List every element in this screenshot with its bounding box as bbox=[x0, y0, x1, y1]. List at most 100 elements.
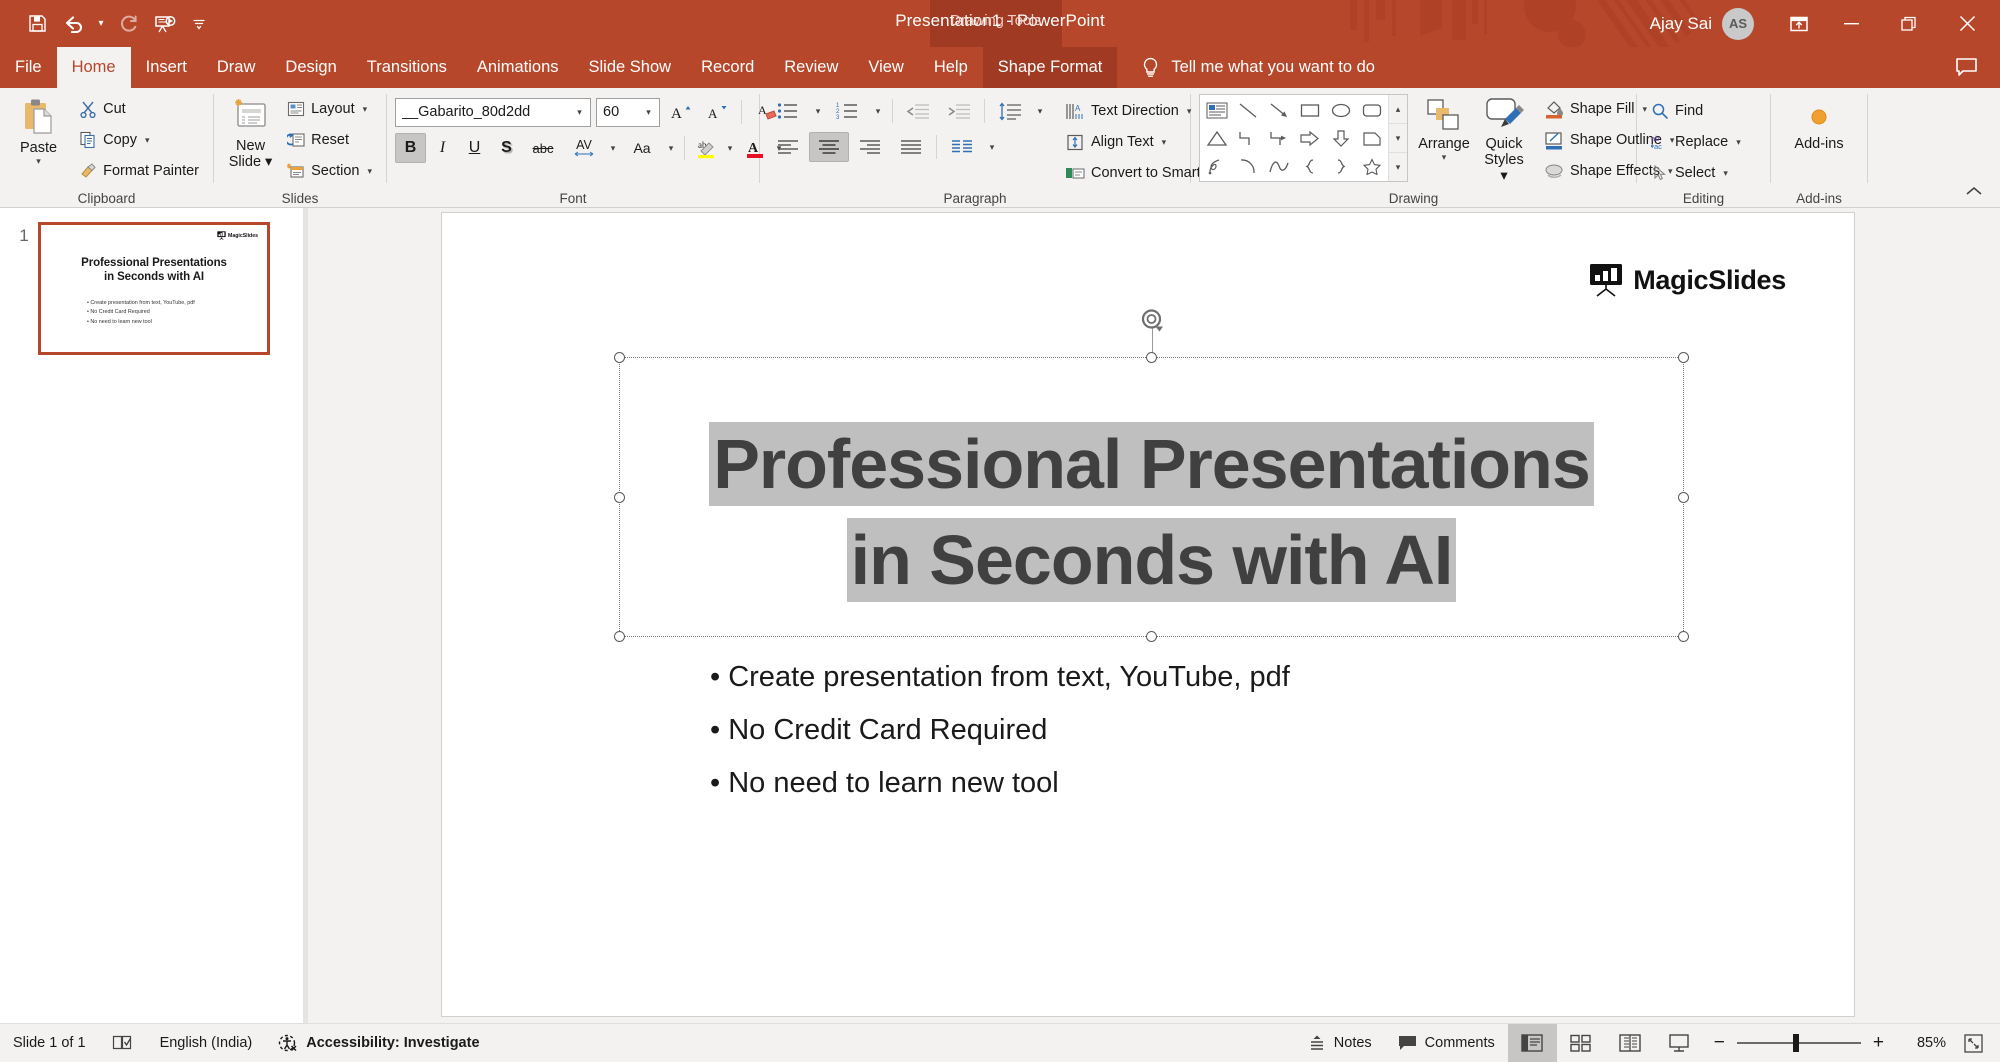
quick-styles-button[interactable]: Quick Styles ▾ bbox=[1476, 94, 1532, 184]
char-spacing-dropdown-icon[interactable]: ▾ bbox=[605, 133, 621, 163]
shapes-gallery[interactable]: ▴ ▾ ▾ bbox=[1199, 94, 1408, 182]
highlight-dropdown-icon[interactable]: ▾ bbox=[722, 133, 738, 163]
shape-right-arrow[interactable] bbox=[1294, 124, 1325, 152]
font-size-combo[interactable]: 60 ▾ bbox=[596, 97, 660, 127]
shape-down-arrow[interactable] bbox=[1325, 124, 1356, 152]
customize-qat-icon[interactable] bbox=[190, 7, 208, 41]
spellcheck-status[interactable] bbox=[99, 1024, 147, 1062]
align-right-button[interactable] bbox=[850, 132, 890, 162]
paste-button[interactable]: Paste ▾ bbox=[8, 94, 69, 166]
language-status[interactable]: English (India) bbox=[147, 1024, 266, 1062]
shapes-more-icon[interactable]: ▾ bbox=[1389, 153, 1407, 181]
change-case-button[interactable]: Aa bbox=[622, 133, 662, 163]
layout-dropdown-icon[interactable]: ▾ bbox=[363, 104, 368, 115]
cut-button[interactable]: Cut bbox=[73, 94, 205, 124]
section-dropdown-icon[interactable]: ▾ bbox=[367, 166, 372, 177]
minimize-button[interactable] bbox=[1822, 0, 1880, 47]
slide-show-view-button[interactable] bbox=[1655, 1024, 1704, 1062]
save-icon[interactable] bbox=[20, 7, 54, 41]
notes-button[interactable]: Notes bbox=[1295, 1024, 1385, 1062]
underline-button[interactable]: U bbox=[459, 133, 490, 163]
change-case-dropdown-icon[interactable]: ▾ bbox=[663, 133, 679, 163]
rotate-handle[interactable] bbox=[1138, 306, 1165, 338]
tab-view[interactable]: View bbox=[853, 47, 918, 88]
zoom-track[interactable] bbox=[1736, 1034, 1861, 1052]
tab-record[interactable]: Record bbox=[686, 47, 769, 88]
shape-arrow[interactable] bbox=[1263, 96, 1294, 124]
undo-dropdown-icon[interactable]: ▾ bbox=[92, 7, 110, 41]
resize-handle-top-right[interactable] bbox=[1678, 352, 1689, 363]
reading-view-button[interactable] bbox=[1606, 1024, 1655, 1062]
paste-dropdown-icon[interactable]: ▾ bbox=[36, 156, 41, 166]
ribbon-display-options-icon[interactable] bbox=[1776, 4, 1822, 44]
format-painter-button[interactable]: Format Painter bbox=[73, 156, 205, 186]
replace-dropdown-icon[interactable]: ▾ bbox=[1736, 137, 1741, 148]
select-dropdown-icon[interactable]: ▾ bbox=[1723, 168, 1728, 179]
tab-home[interactable]: Home bbox=[56, 47, 131, 88]
slide-count-status[interactable]: Slide 1 of 1 bbox=[0, 1024, 99, 1062]
tab-draw[interactable]: Draw bbox=[202, 47, 271, 88]
character-spacing-button[interactable]: AV bbox=[564, 133, 604, 163]
tab-slide-show[interactable]: Slide Show bbox=[574, 47, 687, 88]
fit-slide-button[interactable] bbox=[1946, 1024, 2000, 1062]
shape-star[interactable] bbox=[1356, 152, 1387, 180]
shape-scribble[interactable] bbox=[1201, 152, 1232, 180]
resize-handle-bottom-center[interactable] bbox=[1146, 631, 1157, 642]
columns-dropdown-icon[interactable]: ▾ bbox=[983, 132, 1001, 162]
select-button[interactable]: Select ▾ bbox=[1645, 158, 1747, 188]
tab-review[interactable]: Review bbox=[769, 47, 853, 88]
collapse-ribbon-button[interactable] bbox=[1964, 185, 1984, 201]
zoom-thumb[interactable] bbox=[1792, 1034, 1799, 1052]
shape-curve[interactable] bbox=[1263, 152, 1294, 180]
chevron-down-icon[interactable]: ▾ bbox=[640, 107, 657, 118]
shape-arc[interactable] bbox=[1232, 152, 1263, 180]
close-button[interactable] bbox=[1938, 0, 1996, 47]
shape-triangle[interactable] bbox=[1201, 124, 1232, 152]
find-button[interactable]: Find bbox=[1645, 96, 1747, 126]
columns-button[interactable] bbox=[942, 132, 982, 162]
slide-title-text[interactable]: Professional Presentations in Seconds wi… bbox=[620, 416, 1683, 608]
line-spacing-button[interactable] bbox=[990, 96, 1030, 126]
copy-dropdown-icon[interactable]: ▾ bbox=[145, 135, 150, 146]
resize-handle-bottom-left[interactable] bbox=[614, 631, 625, 642]
section-button[interactable]: Section ▾ bbox=[281, 156, 378, 186]
decrease-indent-button[interactable] bbox=[898, 96, 938, 126]
numbering-dropdown-icon[interactable]: ▾ bbox=[869, 96, 887, 126]
title-placeholder-selection[interactable]: Professional Presentations in Seconds wi… bbox=[614, 309, 1689, 642]
chevron-down-icon[interactable]: ▾ bbox=[571, 107, 588, 118]
shape-rounded-rectangle[interactable] bbox=[1356, 96, 1387, 124]
tab-transitions[interactable]: Transitions bbox=[352, 47, 462, 88]
zoom-out-button[interactable]: − bbox=[1714, 1032, 1725, 1054]
arrange-dropdown-icon[interactable]: ▾ bbox=[1442, 152, 1447, 162]
align-left-button[interactable] bbox=[768, 132, 808, 162]
tab-help[interactable]: Help bbox=[919, 47, 983, 88]
account-area[interactable]: Ajay Sai AS bbox=[1650, 7, 1754, 40]
resize-handle-bottom-right[interactable] bbox=[1678, 631, 1689, 642]
numbering-button[interactable]: 123 bbox=[828, 96, 868, 126]
shapes-scroll-down-icon[interactable]: ▾ bbox=[1389, 124, 1407, 153]
slide-thumbnail-1[interactable]: MagicSlides Professional Presentations i… bbox=[38, 222, 270, 355]
shapes-gallery-scrollbar[interactable]: ▴ ▾ ▾ bbox=[1388, 95, 1407, 181]
shapes-scroll-up-icon[interactable]: ▴ bbox=[1389, 95, 1407, 124]
addins-button[interactable]: Add-ins bbox=[1788, 104, 1849, 152]
shape-oval[interactable] bbox=[1325, 96, 1356, 124]
redo-icon[interactable] bbox=[112, 7, 146, 41]
slide-canvas[interactable]: MagicSlides Professional Presentations i… bbox=[441, 212, 1855, 1017]
reset-button[interactable]: Reset bbox=[281, 125, 378, 155]
accessibility-status[interactable]: Accessibility: Investigate bbox=[265, 1024, 492, 1062]
align-center-button[interactable] bbox=[809, 132, 849, 162]
comments-button[interactable]: Comments bbox=[1385, 1024, 1508, 1062]
arrange-button[interactable]: Arrange ▾ bbox=[1416, 94, 1472, 162]
increase-indent-button[interactable] bbox=[939, 96, 979, 126]
slide-body-bullets[interactable]: • Create presentation from text, YouTube… bbox=[710, 651, 1290, 810]
bullets-button[interactable] bbox=[768, 96, 808, 126]
shape-textbox[interactable] bbox=[1201, 96, 1232, 124]
tab-shape-format[interactable]: Shape Format bbox=[982, 47, 1118, 88]
replace-button[interactable]: ab ac Replace ▾ bbox=[1645, 127, 1747, 157]
text-highlight-color-button[interactable]: ab bbox=[690, 133, 721, 163]
justify-button[interactable] bbox=[891, 132, 931, 162]
shape-elbow-arrow-connector[interactable] bbox=[1263, 124, 1294, 152]
text-shadow-button[interactable]: S bbox=[491, 133, 522, 163]
font-name-combo[interactable]: __Gabarito_80d2dd ▾ bbox=[395, 97, 591, 127]
shape-line[interactable] bbox=[1232, 96, 1263, 124]
